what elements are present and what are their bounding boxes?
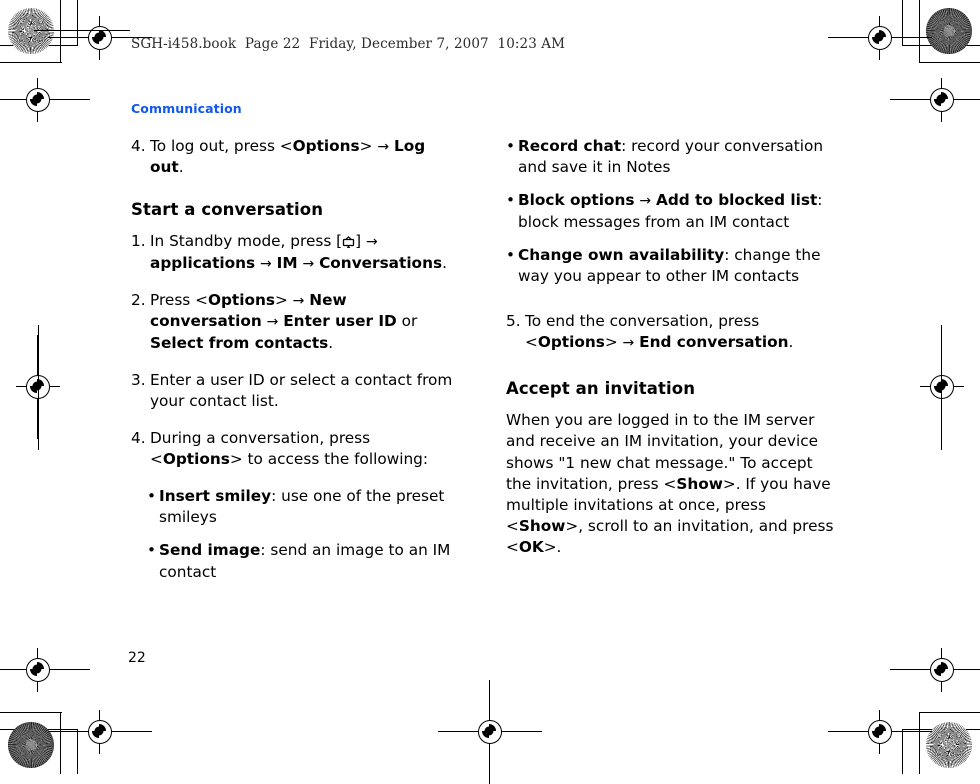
list-item-text: Record chat: record your conversation an…: [518, 136, 836, 178]
list-item-change-own-availability: • Change own availability: change the wa…: [506, 245, 836, 287]
step-text-part: > to access the following:: [229, 450, 429, 469]
step-text-part: .: [328, 333, 334, 352]
step-text-part: In Standby mode, press [: [150, 232, 343, 251]
step-end-conversation: 5. To end the conversation, press <Optio…: [506, 311, 836, 353]
arrow-icon: →: [260, 255, 272, 272]
menu-label-change-own-availability: Change own availability: [518, 245, 725, 264]
arrow-icon: →: [622, 334, 635, 351]
step-text-part: >: [359, 137, 373, 155]
arrow-icon: →: [292, 293, 305, 310]
step-text: To log out, press <Options> → Log out.: [150, 136, 461, 178]
manual-page: SGH-i458.book Page 22 Friday, December 7…: [0, 0, 980, 774]
step-number: 4.: [131, 429, 146, 447]
ui-label-options: Options: [207, 291, 275, 310]
menu-label-im: IM: [276, 253, 298, 272]
ui-label-options: Options: [162, 450, 230, 469]
slug-rule: [34, 30, 130, 31]
menu-label-end-conversation: End conversation: [639, 332, 789, 351]
bullet-icon: •: [147, 487, 157, 506]
step-standby-mode: 1. In Standby mode, press [] → applicati…: [131, 231, 461, 274]
list-item-insert-smiley: • Insert smiley: use one of the preset s…: [131, 486, 461, 528]
ui-label-show: Show: [676, 474, 723, 493]
menu-label-insert-smiley: Insert smiley: [159, 487, 272, 506]
step-text-part: Press <: [150, 291, 208, 310]
bullet-icon: •: [506, 245, 516, 264]
step-number: 3.: [131, 370, 146, 389]
paragraph-accept-invitation: When you are logged in to the IM server …: [506, 410, 836, 558]
step-number: 4.: [131, 137, 146, 155]
heading-start-a-conversation: Start a conversation: [131, 200, 324, 220]
step-text: Enter a user ID or select a contact from…: [150, 370, 453, 410]
ui-label-options: Options: [537, 332, 605, 351]
step-log-out: 4. To log out, press <Options> → Log out…: [131, 136, 461, 178]
ui-label-options: Options: [292, 137, 360, 155]
list-item-send-image: • Send image: send an image to an IM con…: [131, 540, 461, 582]
menu-label-add-to-blocked-list: Add to blocked list: [655, 191, 818, 210]
menu-label-record-chat: Record chat: [518, 137, 622, 155]
step-during-conversation: 4. During a conversation, press <Options…: [131, 428, 461, 470]
page-number: 22: [128, 650, 146, 666]
menu-label-applications: applications: [150, 253, 256, 272]
menu-label-enter-user-id: Enter user ID: [283, 312, 397, 331]
right-column: • Record chat: record your conversation …: [506, 136, 836, 570]
menu-label-select-from-contacts: Select from contacts: [150, 333, 329, 352]
list-item-text: Change own availability: change the way …: [518, 245, 836, 287]
step-text-part: or: [401, 312, 418, 331]
list-item-text: Send image: send an image to an IM conta…: [159, 540, 461, 582]
step-text: During a conversation, press <Options> t…: [150, 428, 461, 470]
step-new-conversation: 2. Press <Options> → New conversation → …: [131, 290, 461, 354]
step-enter-user-id: 3. Enter a user ID or select a contact f…: [131, 370, 461, 412]
arrow-icon: →: [377, 139, 390, 155]
slug-line: SGH-i458.book Page 22 Friday, December 7…: [131, 36, 566, 52]
bullet-icon: •: [506, 137, 516, 155]
step-number: 5.: [506, 311, 521, 330]
step-number: 1.: [131, 232, 146, 251]
menu-label-block-options: Block options: [518, 191, 635, 210]
list-item-text: Block options → Add to blocked list: blo…: [518, 190, 836, 232]
step-number: 2.: [131, 291, 146, 310]
step-text-part: .: [178, 158, 184, 177]
menu-label-send-image: Send image: [159, 541, 261, 560]
arrow-icon: →: [639, 193, 652, 210]
step-text-part: >: [604, 332, 618, 351]
list-item-record-chat: • Record chat: record your conversation …: [506, 136, 836, 178]
running-head-communication: Communication: [131, 101, 242, 116]
step-text-part: ]: [355, 232, 362, 251]
arrow-icon: →: [302, 255, 315, 272]
bullet-icon: •: [147, 541, 157, 560]
ui-label-ok: OK: [518, 537, 544, 556]
step-text: In Standby mode, press [] → applications…: [150, 231, 461, 274]
menu-key-icon: [342, 236, 355, 249]
list-item-block-options: • Block options → Add to blocked list: b…: [506, 190, 836, 232]
step-text-part: >: [274, 291, 288, 310]
ui-label-show: Show: [518, 516, 566, 535]
left-column: 4. To log out, press <Options> → Log out…: [131, 136, 461, 595]
step-text-part: To log out, press <: [150, 137, 293, 155]
arrow-icon: →: [365, 234, 378, 251]
arrow-icon: →: [266, 314, 279, 331]
menu-label-conversations: Conversations: [319, 253, 443, 272]
step-text-part: .: [788, 332, 794, 351]
list-item-text: Insert smiley: use one of the preset smi…: [159, 486, 461, 528]
step-text: Press <Options> → New conversation → Ent…: [150, 290, 461, 354]
step-text: To end the conversation, press <Options>…: [525, 311, 836, 353]
heading-accept-an-invitation: Accept an invitation: [506, 379, 696, 399]
paragraph-text-part: >.: [543, 537, 562, 556]
step-text-part: .: [442, 253, 447, 272]
bullet-icon: •: [506, 191, 516, 210]
